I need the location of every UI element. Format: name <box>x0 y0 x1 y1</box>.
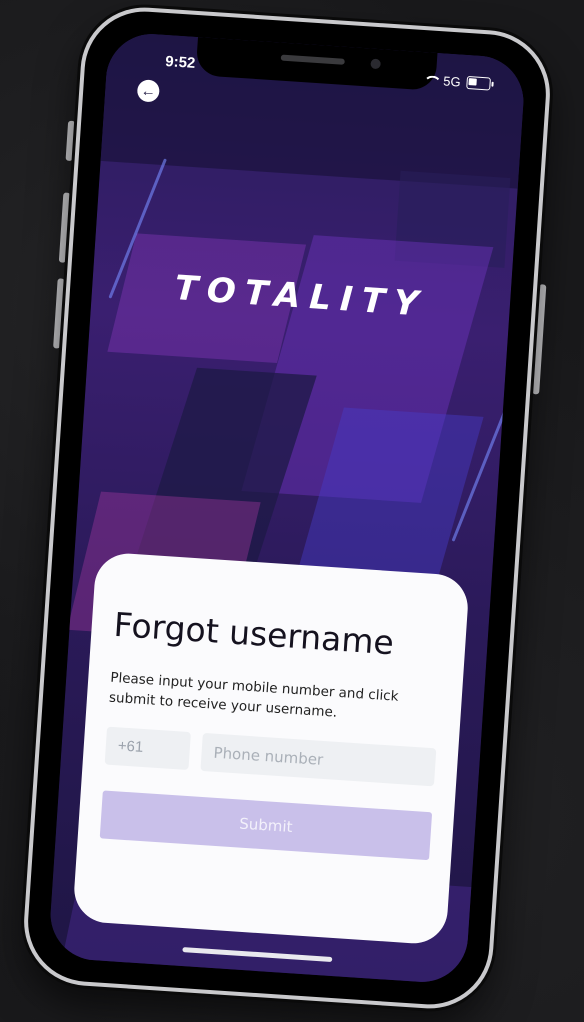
phone-number-input[interactable] <box>200 732 437 786</box>
speaker-grille <box>280 54 345 65</box>
status-time: 9:52 <box>164 52 196 72</box>
network-label: 5G <box>442 73 462 90</box>
status-indicators: 5G <box>423 72 491 91</box>
submit-button[interactable]: Submit <box>99 789 433 860</box>
screen: 9:52 5G ← TOTALITY Forgot username Pleas… <box>47 31 527 985</box>
forgot-username-card: Forgot username Please input your mobile… <box>72 551 470 946</box>
phone-input-row: +61 <box>104 726 437 786</box>
scene: 9:52 5G ← TOTALITY Forgot username Pleas… <box>0 0 584 1022</box>
country-code-field[interactable]: +61 <box>104 726 191 770</box>
phone-mockup: 9:52 5G ← TOTALITY Forgot username Pleas… <box>20 3 554 1013</box>
country-code-value: +61 <box>117 737 144 756</box>
camera-icon <box>370 58 381 70</box>
mute-switch <box>65 120 76 162</box>
arrow-left-icon: ← <box>140 81 157 100</box>
phone-frame: 9:52 5G ← TOTALITY Forgot username Pleas… <box>20 3 554 1013</box>
page-title: Forgot username <box>112 604 396 663</box>
wifi-icon <box>423 75 438 86</box>
instructions-text: Please input your mobile number and clic… <box>108 669 399 722</box>
battery-icon <box>466 75 491 91</box>
